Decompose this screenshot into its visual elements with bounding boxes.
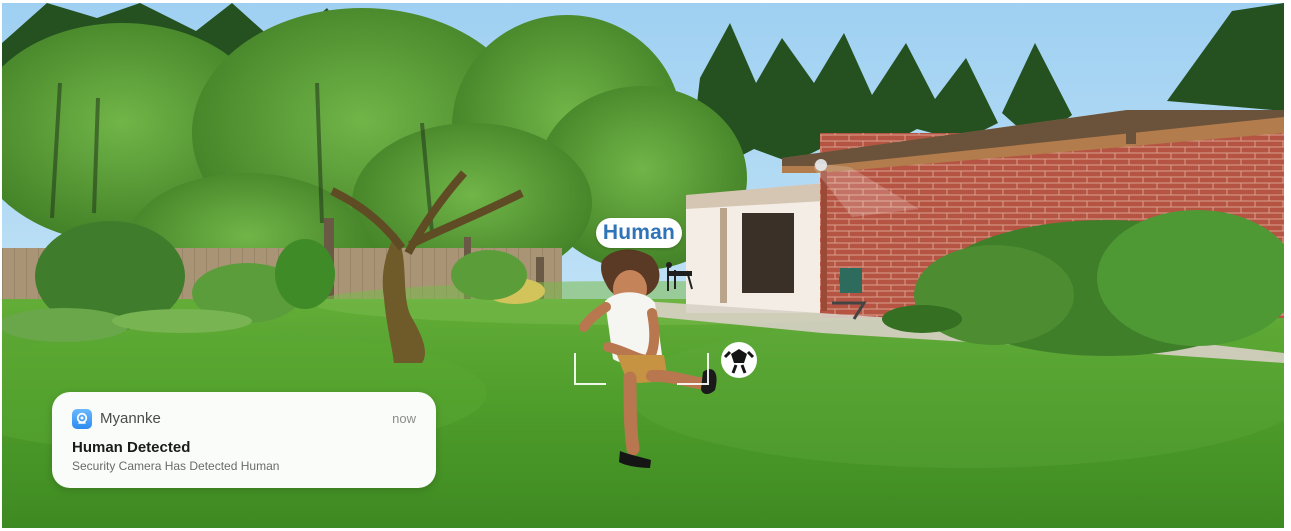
notification-body: Security Camera Has Detected Human [72,459,280,473]
notification-app-name: Myannke [100,410,161,427]
notification-time: now [392,411,416,426]
camera-app-icon [72,409,92,429]
human-detection-label: Human [596,218,682,248]
detection-box-corner-bottom-right [677,353,709,385]
notification-title: Human Detected [72,439,191,456]
camera-view: Human Myannke now Human Detected Securit… [2,3,1284,528]
human-detected-notification[interactable]: Myannke now Human Detected Security Came… [52,392,436,488]
notification-header: Myannke now [72,408,416,430]
detection-box-corner-bottom-left [574,353,606,385]
